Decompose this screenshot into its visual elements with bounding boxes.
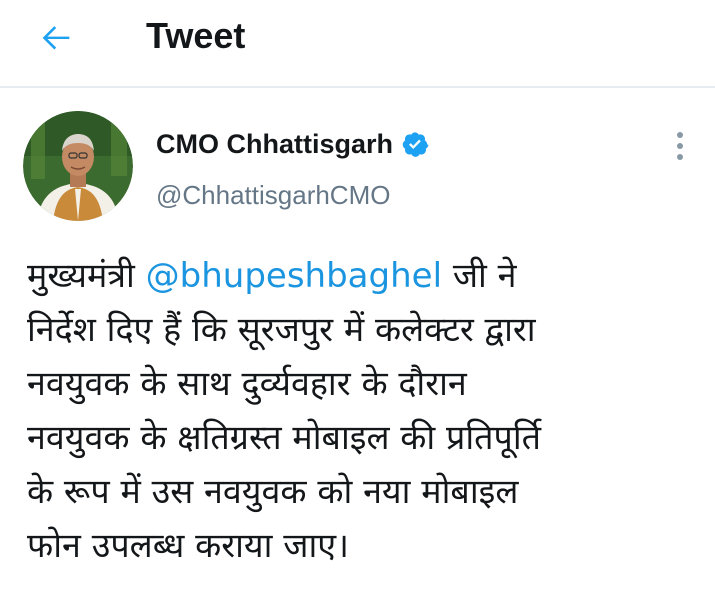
profile-photo [23,111,133,221]
tweet-line-1: मुख्यमंत्री @bhupeshbaghel जी ने [27,249,697,303]
tweet-line-2: निर्देश दिए हैं कि सूरजपुर में कलेक्टर द… [27,310,536,350]
arrow-left-icon [42,26,70,50]
verified-badge-icon [401,130,429,158]
tweet-text-segment: मुख्यमंत्री [27,256,146,296]
vertical-dots-icon [677,132,683,160]
tweet-line-3: नवयुवक के साथ दुर्व्यवहार के दौरान [27,364,467,404]
avatar[interactable] [23,111,133,221]
tweet-body: मुख्यमंत्री @bhupeshbaghel जी ने निर्देश… [27,249,697,573]
tweet-line-6: फोन उपलब्ध कराया जाए। [27,526,349,566]
top-app-bar: Tweet [0,0,715,88]
author-name-row[interactable]: CMO Chhattisgarh [156,126,429,162]
tweet-text-segment: जी ने [442,256,517,296]
page-title: Tweet [146,15,246,56]
author-name[interactable]: CMO Chhattisgarh [156,126,393,162]
author-handle[interactable]: @ChhattisgarhCMO [156,178,390,212]
tweet-line-4: नवयुवक के क्षतिग्रस्त मोबाइल की प्रतिपूर… [27,418,542,458]
more-options-button[interactable] [664,126,696,166]
tweet-line-5: के रूप में उस नवयुवक को नया मोबाइल [27,472,519,512]
mention-link[interactable]: @bhupeshbaghel [146,256,442,296]
back-button[interactable] [30,14,82,62]
